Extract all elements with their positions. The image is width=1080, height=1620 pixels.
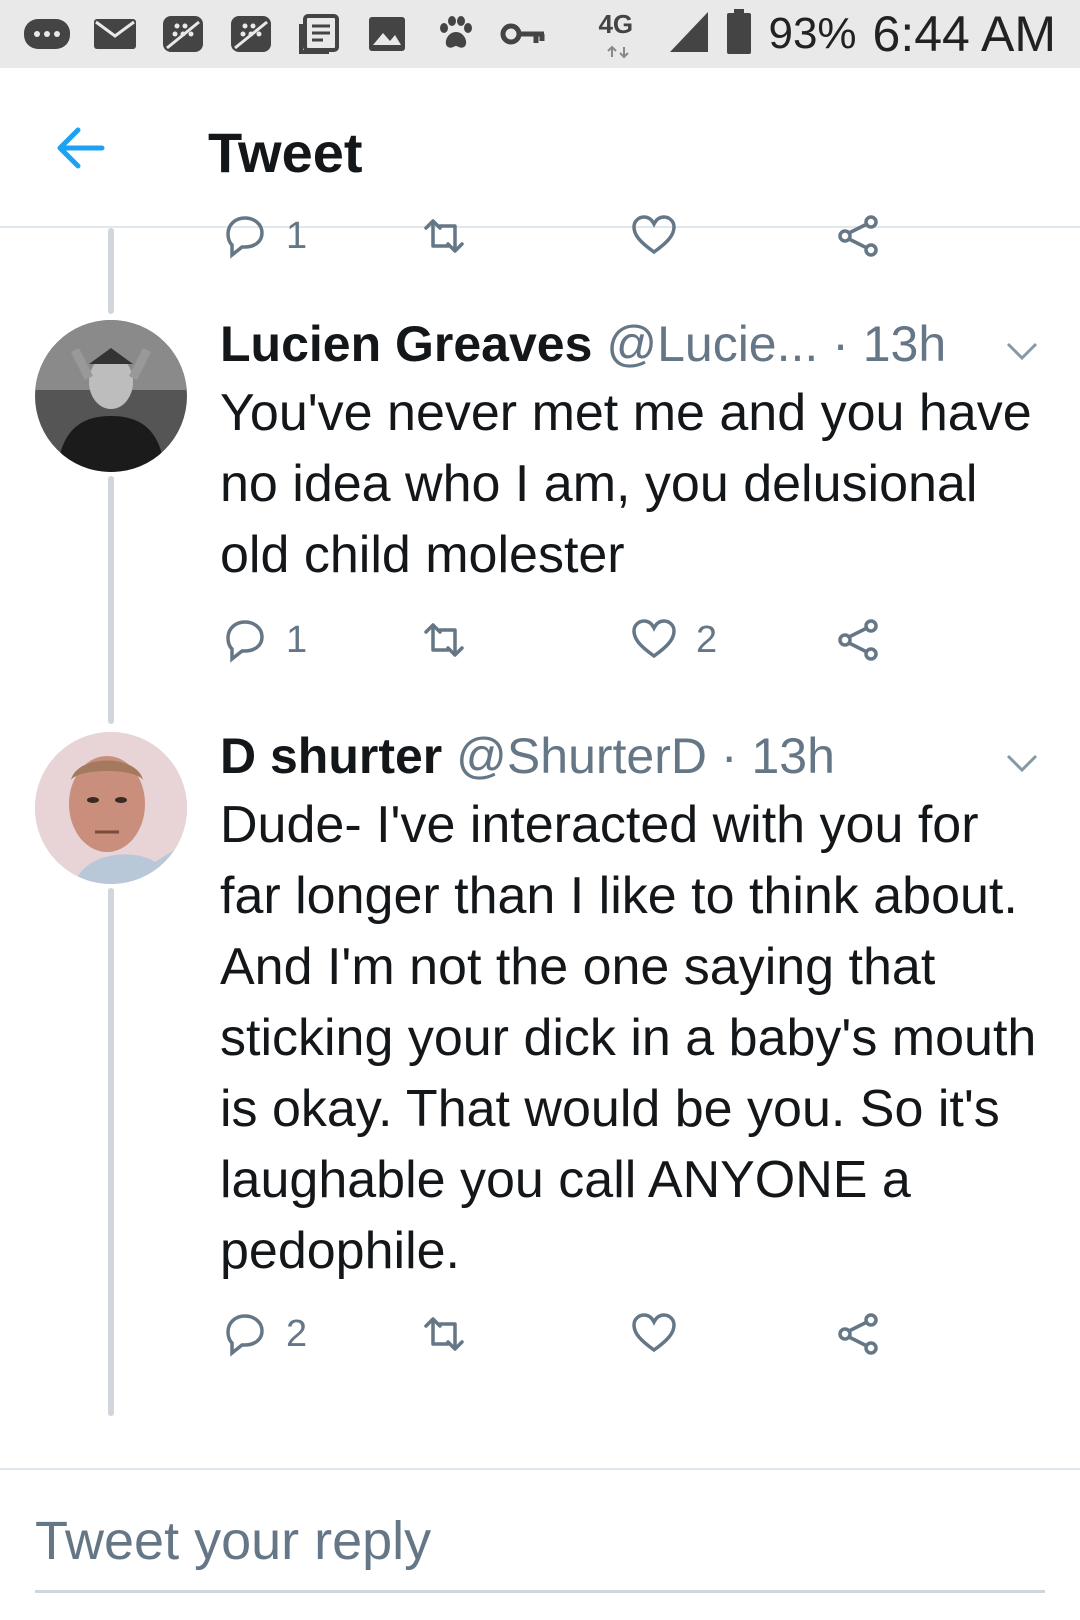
tweet-text: Dude- I've interacted with you for far l… [220, 796, 1037, 1280]
prev-tweet-actions: 1 [220, 206, 940, 262]
clock: 6:44 AM [872, 6, 1056, 62]
author-name[interactable]: Lucien Greaves [220, 316, 592, 372]
back-arrow-icon[interactable] [52, 118, 112, 178]
gallery-icon [362, 14, 412, 54]
vpn-key-icon [498, 14, 548, 54]
chevron-down-icon[interactable] [1002, 748, 1042, 778]
share-button[interactable] [835, 1304, 883, 1364]
reply-bar: Tweet your reply [0, 1468, 1080, 1620]
reply-count: 1 [286, 618, 308, 661]
like-count: 2 [696, 618, 718, 661]
blackberry-icon [226, 14, 276, 54]
messages-icon [22, 14, 72, 54]
network-4g-icon: 4G [598, 9, 652, 59]
chevron-down-icon[interactable] [1002, 336, 1042, 366]
tweet-actions: 2 [220, 1304, 940, 1364]
reply-count: 1 [286, 214, 308, 257]
retweet-button[interactable] [420, 206, 468, 262]
author-handle[interactable]: @Lucie... [606, 316, 818, 372]
battery-percent: 93% [768, 9, 857, 58]
author-name[interactable]: D shurter [220, 728, 442, 784]
retweet-button[interactable] [420, 610, 468, 670]
header: Tweet [0, 68, 1080, 228]
tweet[interactable]: Lucien Greaves @Lucie... · 13h You've ne… [0, 300, 1080, 710]
tweet-header: Lucien Greaves @Lucie... · 13h [220, 314, 946, 374]
tweet-time: · 13h [720, 728, 835, 784]
reply-button[interactable]: 1 [220, 610, 307, 670]
email-icon [90, 14, 140, 54]
retweet-button[interactable] [420, 1304, 468, 1364]
tweet-text: You've never met me and you have no idea… [220, 384, 1032, 584]
tweet-header: D shurter @ShurterD · 13h [220, 726, 835, 786]
news-icon [294, 14, 344, 54]
paw-icon [430, 14, 480, 54]
signal-icon [668, 10, 710, 59]
avatar[interactable] [35, 320, 187, 472]
blackberry-icon [158, 14, 208, 54]
reply-count: 2 [286, 1312, 308, 1355]
like-button[interactable] [630, 1304, 678, 1364]
tweet[interactable]: D shurter @ShurterD · 13h Dude- I've int… [0, 712, 1080, 1432]
reply-button[interactable]: 1 [220, 206, 307, 262]
tweet-time: · 13h [832, 316, 947, 372]
page-title: Tweet [208, 121, 363, 184]
avatar[interactable] [35, 732, 187, 884]
reply-input[interactable]: Tweet your reply [35, 1510, 1045, 1593]
battery-icon [726, 8, 752, 60]
like-button[interactable] [630, 206, 678, 262]
like-button[interactable]: 2 [630, 610, 717, 670]
status-bar: 4G 93% 6:44 AM [0, 0, 1080, 68]
reply-button[interactable]: 2 [220, 1304, 307, 1364]
share-button[interactable] [835, 206, 883, 262]
share-button[interactable] [835, 610, 883, 670]
author-handle[interactable]: @ShurterD [456, 728, 707, 784]
tweet-actions: 1 2 [220, 610, 940, 670]
